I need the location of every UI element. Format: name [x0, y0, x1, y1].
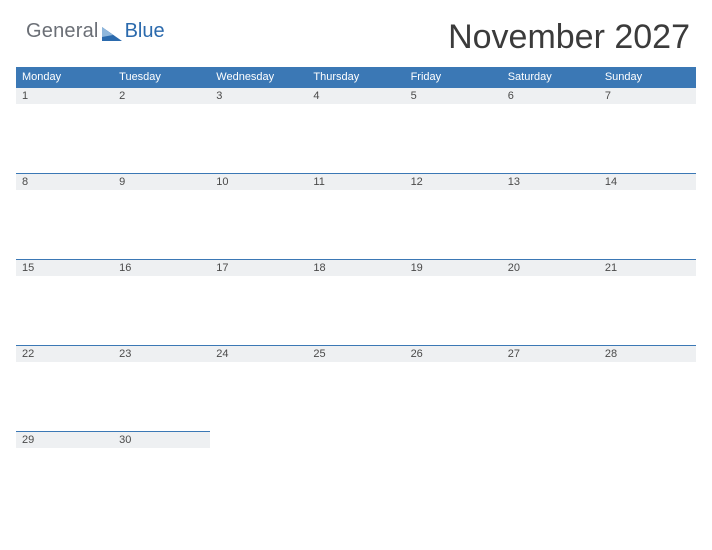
- day-number: 14: [605, 176, 617, 188]
- day-cell-empty: [405, 431, 502, 517]
- day-cell: 8: [16, 173, 113, 259]
- day-number: 7: [605, 90, 611, 102]
- header: General Blue November 2027: [16, 18, 696, 57]
- day-cell: 13: [502, 173, 599, 259]
- week-row: 8 9 10 11 12 13 14: [16, 173, 696, 259]
- day-cell: 23: [113, 345, 210, 431]
- day-number: 23: [119, 348, 131, 360]
- day-number: 11: [313, 176, 324, 188]
- day-number: 12: [411, 176, 423, 188]
- weekday-header: Thursday: [307, 67, 404, 87]
- calendar-grid: Monday Tuesday Wednesday Thursday Friday…: [16, 67, 696, 517]
- day-cell: 12: [405, 173, 502, 259]
- weekday-header: Wednesday: [210, 67, 307, 87]
- weekday-header: Sunday: [599, 67, 696, 87]
- day-cell: 27: [502, 345, 599, 431]
- day-cell: 6: [502, 87, 599, 173]
- day-number: 25: [313, 348, 325, 360]
- day-cell: 25: [307, 345, 404, 431]
- week-row: 15 16 17 18 19 20 21: [16, 259, 696, 345]
- day-cell: 30: [113, 431, 210, 517]
- day-cell: 10: [210, 173, 307, 259]
- day-number: 24: [216, 348, 228, 360]
- day-cell-empty: [210, 431, 307, 517]
- day-cell: 4: [307, 87, 404, 173]
- day-cell: 21: [599, 259, 696, 345]
- day-number: 6: [508, 90, 514, 102]
- day-cell: 22: [16, 345, 113, 431]
- day-cell: 17: [210, 259, 307, 345]
- day-cell: 1: [16, 87, 113, 173]
- day-cell: 28: [599, 345, 696, 431]
- day-number: 21: [605, 262, 617, 274]
- day-cell: 16: [113, 259, 210, 345]
- day-cell: 7: [599, 87, 696, 173]
- day-number: 4: [313, 90, 319, 102]
- day-number: 9: [119, 176, 125, 188]
- day-number: 10: [216, 176, 228, 188]
- day-cell: 26: [405, 345, 502, 431]
- weekday-header: Monday: [16, 67, 113, 87]
- weekday-header: Friday: [405, 67, 502, 87]
- weekday-header: Tuesday: [113, 67, 210, 87]
- day-cell: 29: [16, 431, 113, 517]
- day-cell: 11: [307, 173, 404, 259]
- day-cell: 15: [16, 259, 113, 345]
- month-title: November 2027: [448, 18, 696, 57]
- day-number: 5: [411, 90, 417, 102]
- day-cell: 3: [210, 87, 307, 173]
- week-row: 22 23 24 25 26 27 28: [16, 345, 696, 431]
- brand-logo: General Blue: [16, 18, 165, 43]
- day-number: 8: [22, 176, 28, 188]
- week-row: 1 2 3 4 5 6 7: [16, 87, 696, 173]
- day-number: 28: [605, 348, 617, 360]
- day-number: 3: [216, 90, 222, 102]
- day-number: 30: [119, 434, 131, 446]
- day-number: 18: [313, 262, 325, 274]
- day-number: 15: [22, 262, 34, 274]
- day-number: 1: [22, 90, 28, 102]
- day-number: 20: [508, 262, 520, 274]
- day-number: 16: [119, 262, 131, 274]
- day-cell: 14: [599, 173, 696, 259]
- day-cell-empty: [599, 431, 696, 517]
- day-number: 26: [411, 348, 423, 360]
- weekday-header: Saturday: [502, 67, 599, 87]
- day-cell-empty: [502, 431, 599, 517]
- day-number: 2: [119, 90, 125, 102]
- day-number: 27: [508, 348, 520, 360]
- day-number: 17: [216, 262, 228, 274]
- day-cell: 18: [307, 259, 404, 345]
- week-row: 29 30: [16, 431, 696, 517]
- day-cell: 20: [502, 259, 599, 345]
- day-number: 19: [411, 262, 423, 274]
- weekday-header-row: Monday Tuesday Wednesday Thursday Friday…: [16, 67, 696, 87]
- brand-word-general: General: [26, 20, 99, 43]
- day-cell: 9: [113, 173, 210, 259]
- calendar-page: General Blue November 2027 Monday Tuesda…: [0, 0, 712, 550]
- day-cell: 5: [405, 87, 502, 173]
- day-cell: 2: [113, 87, 210, 173]
- day-cell-empty: [307, 431, 404, 517]
- logo-triangle-icon: [102, 27, 122, 41]
- day-number: 22: [22, 348, 34, 360]
- day-cell: 24: [210, 345, 307, 431]
- day-number: 29: [22, 434, 34, 446]
- brand-word-blue: Blue: [125, 20, 165, 43]
- day-number: 13: [508, 176, 520, 188]
- day-cell: 19: [405, 259, 502, 345]
